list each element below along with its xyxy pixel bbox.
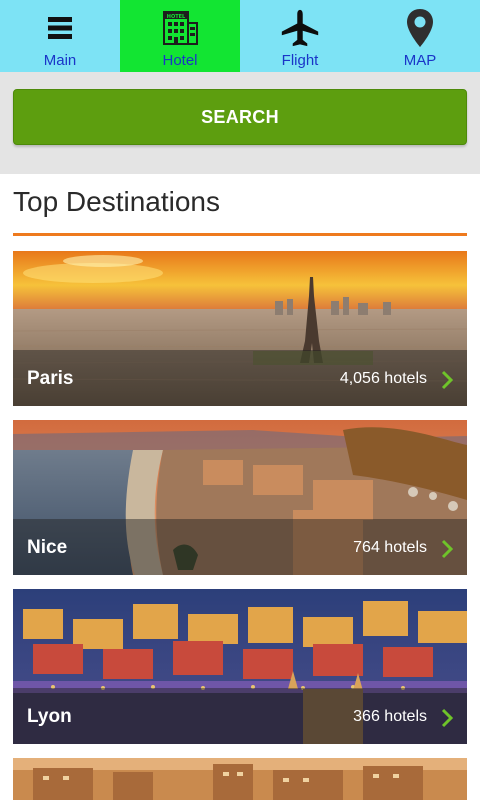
- destination-card-lyon[interactable]: Lyon 366 hotels: [13, 589, 467, 744]
- chevron-right-icon: [441, 370, 454, 390]
- tab-hotel-label: Hotel: [162, 52, 198, 69]
- tab-flight-label: Flight: [281, 52, 319, 69]
- hotel-count: 366 hotels: [353, 708, 427, 725]
- destination-photo: [13, 758, 467, 800]
- destination-city: Lyon: [27, 706, 72, 727]
- airplane-icon: [280, 6, 320, 50]
- search-panel: SEARCH: [0, 72, 480, 174]
- tab-main[interactable]: Main: [0, 0, 120, 72]
- hotel-count: 764 hotels: [353, 539, 427, 556]
- tab-hotel[interactable]: HOTEL Hotel: [120, 0, 240, 72]
- destination-city: Paris: [27, 368, 74, 389]
- hotel-icon: HOTEL: [160, 6, 200, 50]
- map-pin-icon: [400, 6, 440, 50]
- chevron-right-icon: [441, 708, 454, 728]
- menu-icon: [40, 6, 80, 50]
- title-divider: [13, 233, 467, 236]
- tab-map-label: MAP: [403, 52, 437, 69]
- destination-card-paris[interactable]: Paris 4,056 hotels: [13, 251, 467, 406]
- top-tab-bar: Main HOTEL Hotel Flight MAP: [0, 0, 480, 72]
- section-title: Top Destinations: [13, 186, 221, 217]
- hotel-count: 4,056 hotels: [339, 370, 427, 387]
- search-button[interactable]: SEARCH: [13, 89, 467, 145]
- hotel-sign-text: HOTEL: [167, 14, 186, 20]
- tab-map[interactable]: MAP: [360, 0, 480, 72]
- destination-card-nice[interactable]: Nice 764 hotels: [13, 420, 467, 575]
- destination-city: Nice: [27, 537, 68, 558]
- tab-main-label: Main: [43, 52, 77, 69]
- tab-flight[interactable]: Flight: [240, 0, 360, 72]
- chevron-right-icon: [441, 539, 454, 559]
- destination-card-partial[interactable]: [13, 758, 467, 800]
